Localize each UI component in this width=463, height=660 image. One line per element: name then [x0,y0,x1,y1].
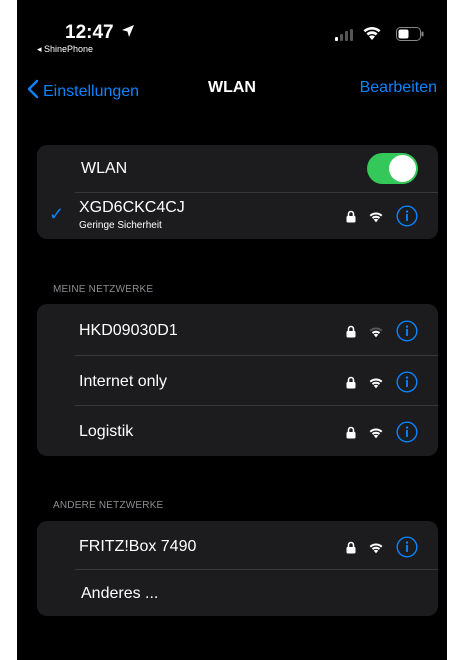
wlan-toggle-label: WLAN [81,160,128,177]
other-networks-group: FRITZ!Box 7490 Anderes ... [37,521,438,616]
other-networks-header: ANDERE NETZWERKE [53,500,164,511]
wifi-icon [368,325,384,343]
info-icon[interactable] [396,421,418,448]
wifi-icon [368,210,384,228]
network-name: Internet only [79,373,168,390]
network-name: FRITZ!Box 7490 [79,538,197,555]
lock-icon [346,426,356,444]
network-row-logistik[interactable]: Logistik [37,405,438,456]
info-icon[interactable] [396,371,418,398]
network-name: Logistik [79,423,134,440]
checkmark-icon: ✓ [49,204,65,224]
network-status-icons [346,205,418,232]
connected-network-name: XGD6CKC4CJ [79,199,185,216]
other-network-row[interactable]: Anderes ... [37,569,438,616]
wifi-icon [368,376,384,394]
phone-screen: 12:47 ◂ ShinePhone Einstellungen WLAN Be… [17,0,447,660]
edit-button[interactable]: Bearbeiten [360,79,437,97]
lock-icon [346,541,356,559]
battery-icon [396,27,424,46]
info-icon[interactable] [396,536,418,563]
cell-signal-icon [335,28,353,46]
info-icon[interactable] [396,320,418,347]
wlan-toggle-row: WLAN [37,145,438,193]
navigation-bar: Einstellungen WLAN Bearbeiten [17,70,447,110]
network-row-hkd09030d1[interactable]: HKD09030D1 [37,304,438,355]
other-network-label: Anderes ... [81,585,159,602]
info-icon[interactable] [396,205,418,232]
lock-icon [346,376,356,394]
connected-network-row[interactable]: ✓ XGD6CKC4CJ Geringe Sicherheit [37,193,438,239]
network-row-fritzbox[interactable]: FRITZ!Box 7490 [37,521,438,569]
lock-icon [346,325,356,343]
network-status-icons [346,320,418,347]
network-status-icons [346,421,418,448]
wifi-status-icon [362,25,382,46]
connected-network-security: Geringe Sicherheit [79,220,162,231]
back-to-app-link[interactable]: ◂ ShinePhone [37,44,93,55]
status-bar: 12:47 ◂ ShinePhone [17,0,447,70]
wlan-toggle[interactable] [367,153,418,184]
status-time: 12:47 [65,22,114,43]
wifi-icon [368,541,384,559]
location-arrow-icon [121,24,135,43]
toggle-knob [389,155,416,182]
wlan-group: WLAN ✓ XGD6CKC4CJ Geringe Sicherheit [37,145,438,239]
network-status-icons [346,371,418,398]
network-name: HKD09030D1 [79,322,178,339]
lock-icon [346,210,356,228]
network-status-icons [346,536,418,563]
my-networks-header: MEINE NETZWERKE [53,284,154,295]
network-row-internet-only[interactable]: Internet only [37,355,438,405]
my-networks-group: HKD09030D1 Internet only Logistik [37,304,438,456]
wifi-icon [368,426,384,444]
